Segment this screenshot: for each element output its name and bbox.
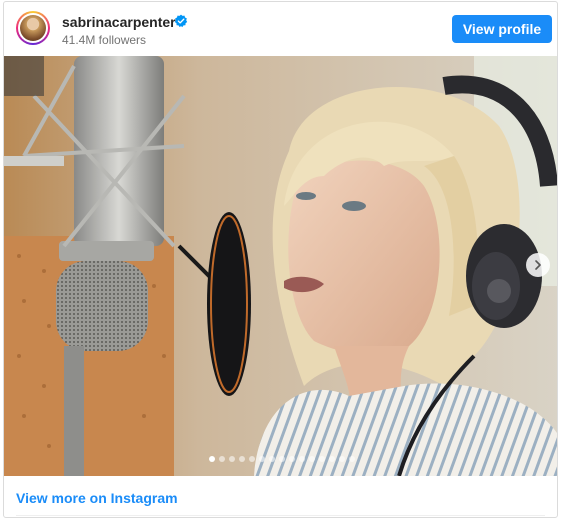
carousel-dot xyxy=(208,456,215,462)
carousel-dot xyxy=(238,456,245,462)
username-link[interactable]: sabrinacarpenter xyxy=(62,14,176,30)
post-header: sabrinacarpenter 41.4M followers View pr… xyxy=(4,2,557,56)
carousel-dot xyxy=(338,456,345,462)
post-photo[interactable] xyxy=(4,56,557,476)
carousel-dot xyxy=(218,456,225,462)
carousel-dot xyxy=(278,456,285,462)
view-more-link[interactable]: View more on Instagram xyxy=(16,490,178,506)
chevron-right-icon xyxy=(535,260,541,270)
carousel-dot xyxy=(268,456,275,462)
carousel-dot xyxy=(308,456,315,462)
next-photo-button[interactable] xyxy=(526,253,550,277)
carousel-dot xyxy=(348,456,355,462)
carousel-dot xyxy=(248,456,255,462)
carousel-dot xyxy=(228,456,235,462)
carousel-dot xyxy=(258,456,265,462)
follower-count: 41.4M followers xyxy=(62,33,147,47)
view-profile-button[interactable]: View profile xyxy=(452,15,552,43)
post-footer: View more on Instagram xyxy=(4,476,557,517)
divider xyxy=(16,515,545,516)
avatar[interactable] xyxy=(16,11,50,45)
verified-badge-icon xyxy=(174,14,188,28)
carousel-dot xyxy=(318,456,325,462)
photo-illustration xyxy=(4,56,557,476)
carousel-dot xyxy=(298,456,305,462)
instagram-embed-card: sabrinacarpenter 41.4M followers View pr… xyxy=(3,1,558,518)
carousel-dot xyxy=(328,456,335,462)
carousel-dot xyxy=(288,456,295,462)
carousel-indicator xyxy=(4,456,557,464)
avatar-photo xyxy=(20,15,46,41)
